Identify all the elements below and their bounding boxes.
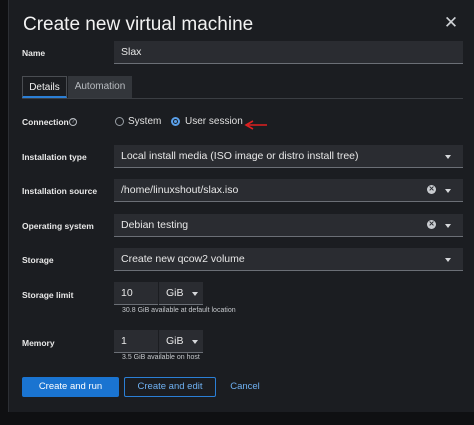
name-input[interactable]: Slax <box>114 41 463 64</box>
installation-type-select[interactable]: Local install media (ISO image or distro… <box>114 145 463 168</box>
connection-label: Connection <box>22 117 69 127</box>
dialog-title: Create new virtual machine <box>23 14 254 35</box>
installation-type-label: Installation type <box>22 152 87 162</box>
create-vm-dialog: Create new virtual machine ✕ Name Slax D… <box>8 0 474 412</box>
create-and-run-button[interactable]: Create and run <box>22 377 119 397</box>
installation-type-value: Local install media (ISO image or distro… <box>121 150 359 162</box>
storage-limit-label: Storage limit <box>22 290 74 300</box>
chevron-down-icon[interactable] <box>445 155 451 159</box>
memory-helper: 3.5 GiB available on host <box>122 354 200 361</box>
chevron-down-icon[interactable] <box>445 258 451 262</box>
memory-label: Memory <box>22 338 55 348</box>
storage-value: Create new qcow2 volume <box>121 253 245 265</box>
radio-user-session[interactable] <box>171 117 180 126</box>
operating-system-label: Operating system <box>22 221 94 231</box>
installation-source-value: /home/linuxshout/slax.iso <box>121 184 239 196</box>
cancel-button[interactable]: Cancel <box>222 377 268 397</box>
storage-select[interactable]: Create new qcow2 volume <box>114 248 463 271</box>
name-label: Name <box>22 48 46 58</box>
radio-system[interactable] <box>115 117 124 126</box>
radio-system-label: System <box>128 116 162 127</box>
clear-icon[interactable]: ✕ <box>427 220 436 229</box>
radio-user-session-label: User session <box>185 116 243 127</box>
annotation-arrow-icon <box>244 120 267 130</box>
help-icon[interactable]: ? <box>69 118 77 126</box>
chevron-down-icon[interactable] <box>445 224 451 228</box>
create-and-edit-button[interactable]: Create and edit <box>124 377 216 397</box>
chevron-down-icon[interactable] <box>192 292 198 296</box>
operating-system-input[interactable]: Debian testing <box>114 214 463 237</box>
chevron-down-icon[interactable] <box>192 340 198 344</box>
installation-source-label: Installation source <box>22 186 98 196</box>
operating-system-value: Debian testing <box>121 219 189 231</box>
clear-icon[interactable]: ✕ <box>427 185 436 194</box>
storage-label: Storage <box>22 255 54 265</box>
chevron-down-icon[interactable] <box>445 189 451 193</box>
storage-limit-unit: GiB <box>166 287 184 299</box>
tab-divider <box>22 98 463 99</box>
memory-unit: GiB <box>166 335 184 347</box>
memory-input[interactable]: 1 <box>114 330 158 353</box>
tab-details[interactable]: Details <box>22 76 67 98</box>
tab-automation[interactable]: Automation <box>68 76 132 98</box>
storage-limit-input[interactable]: 10 <box>114 282 158 305</box>
storage-limit-helper: 30.8 GiB available at default location <box>122 307 236 314</box>
installation-source-input[interactable]: /home/linuxshout/slax.iso <box>114 179 463 202</box>
close-icon[interactable]: ✕ <box>440 12 462 34</box>
